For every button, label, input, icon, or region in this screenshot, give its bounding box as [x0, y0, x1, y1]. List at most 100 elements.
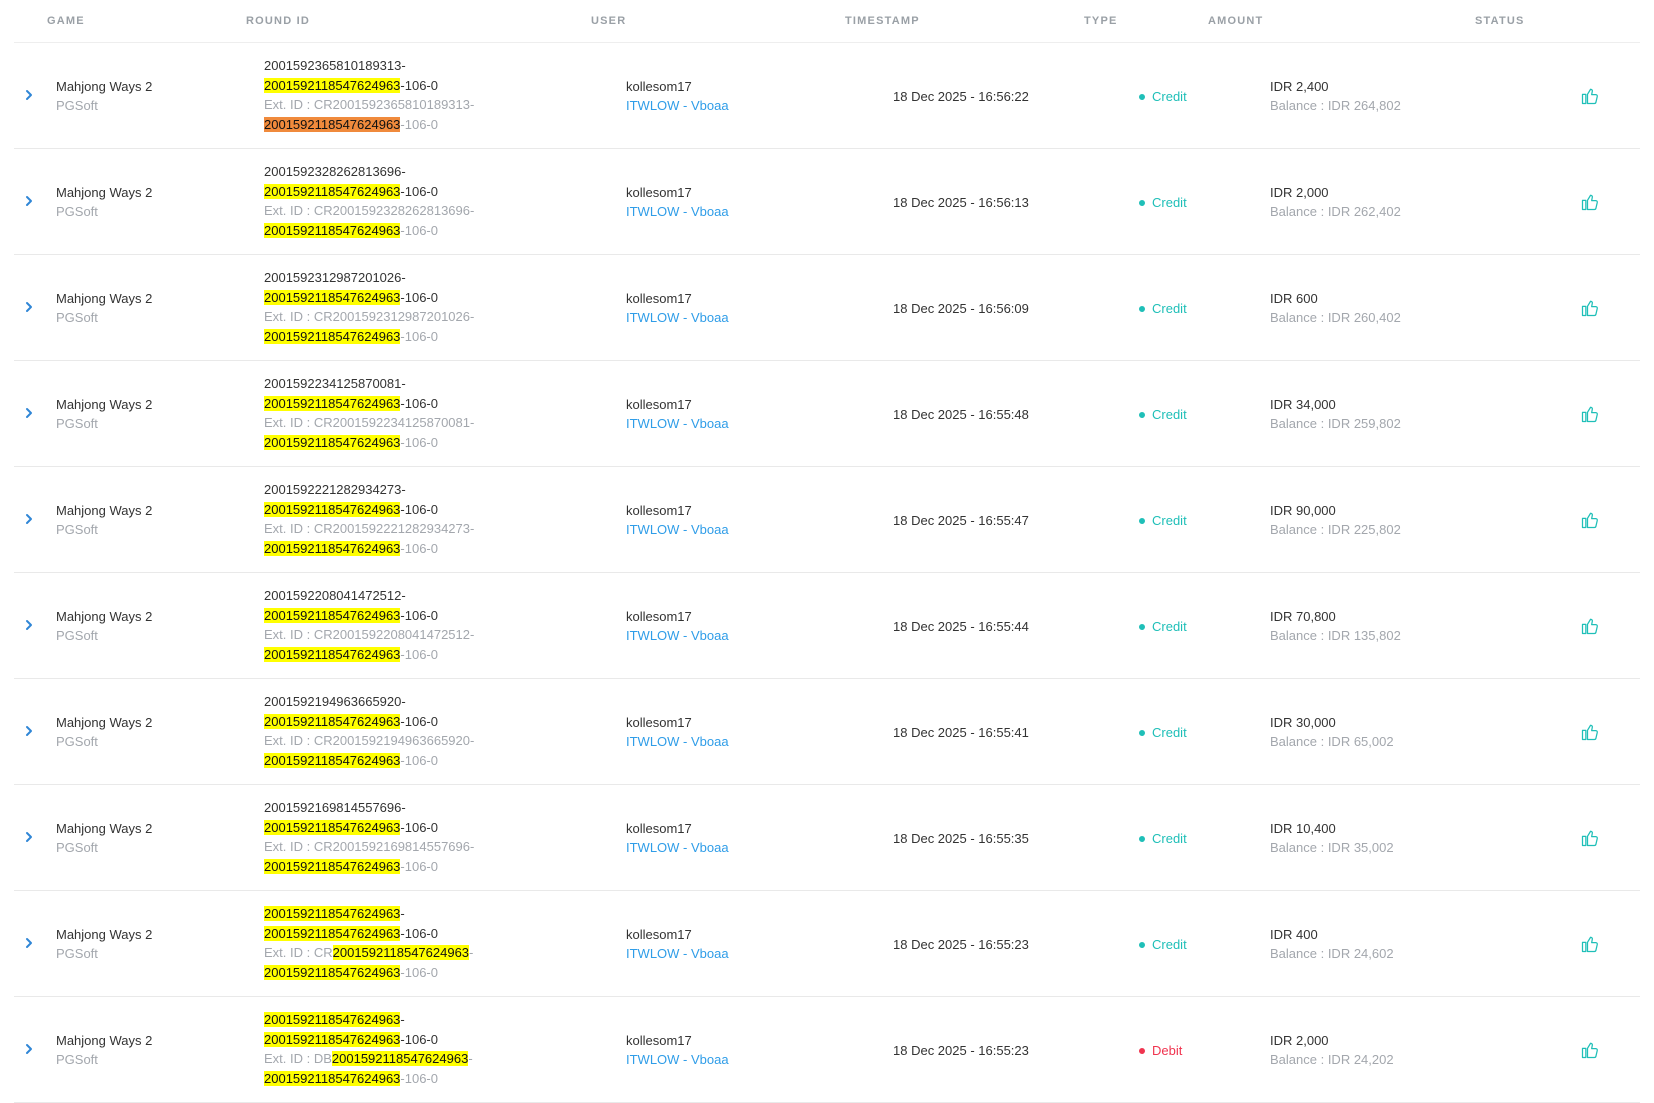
amount-value: IDR 2,400	[1270, 79, 1329, 94]
agent-link[interactable]: ITWLOW - Vboaa	[626, 202, 729, 221]
username: kollesom17	[626, 821, 692, 836]
table-row[interactable]: Mahjong Ways 2 PGSoft 200159219496366592…	[14, 679, 1640, 785]
round-id-line: 2001592208041472512-	[264, 586, 474, 606]
round-id-segment: Ext. ID : CR2001592169814557696-	[264, 839, 475, 854]
round-id-line: 2001592118547624963-106-0	[264, 1069, 473, 1089]
game-name: Mahjong Ways 2	[56, 609, 153, 624]
chevron-right-icon[interactable]	[22, 1042, 36, 1056]
user-cell: kollesom17 ITWLOW - Vboaa	[626, 395, 729, 433]
chevron-right-icon[interactable]	[22, 830, 36, 844]
amount-cell: IDR 10,400 Balance : IDR 35,002	[1270, 819, 1394, 857]
type-label: Credit	[1152, 195, 1187, 210]
round-id-cell: 2001592169814557696- 2001592118547624963 -…	[264, 798, 474, 876]
table-row[interactable]: Mahjong Ways 2 PGSoft 200159211854762496…	[14, 891, 1640, 997]
table-row[interactable]: Mahjong Ways 2 PGSoft 200159211854762496…	[14, 997, 1640, 1103]
round-id-line: 2001592118547624963-106-0	[264, 394, 474, 414]
round-id-segment: -106-0	[400, 713, 438, 729]
chevron-right-icon[interactable]	[22, 88, 36, 102]
round-id-segment: 2001592118547624963	[264, 1031, 401, 1047]
user-cell: kollesom17 ITWLOW - Vboaa	[626, 77, 729, 115]
timestamp: 18 Dec 2025 - 16:55:23	[893, 1043, 1029, 1058]
header-amount[interactable]: AMOUNT	[1208, 15, 1263, 27]
amount-cell: IDR 30,000 Balance : IDR 65,002	[1270, 713, 1394, 751]
round-id-segment: 2001592118547624963	[264, 501, 401, 517]
thumbs-up-icon	[1580, 86, 1600, 106]
type-label: Debit	[1152, 1043, 1183, 1058]
round-id-line: 2001592118547624963-106-0	[264, 327, 474, 347]
round-id-segment: -	[469, 945, 474, 960]
chevron-right-icon[interactable]	[22, 406, 36, 420]
round-id-cell: 2001592118547624963- 2001592118547624963-…	[264, 1010, 473, 1088]
round-id-segment: Ext. ID : CR	[264, 945, 333, 960]
thumbs-up-icon	[1580, 510, 1600, 530]
header-user[interactable]: USER	[591, 15, 626, 27]
table-row[interactable]: Mahjong Ways 2 PGSoft 200159216981455769…	[14, 785, 1640, 891]
round-id-cell: 2001592312987201026- 2001592118547624963-…	[264, 268, 474, 346]
username: kollesom17	[626, 291, 692, 306]
round-id-segment: 2001592328262813696-	[264, 164, 406, 179]
round-id-cell: 2001592194963665920- 2001592118547624963-…	[264, 692, 474, 770]
agent-link[interactable]: ITWLOW - Vboaa	[626, 1050, 729, 1069]
username: kollesom17	[626, 79, 692, 94]
user-cell: kollesom17 ITWLOW - Vboaa	[626, 713, 729, 751]
table-row[interactable]: Mahjong Ways 2 PGSoft 200159232826281369…	[14, 149, 1640, 255]
status-dot-icon	[1139, 199, 1145, 206]
type-label: Credit	[1152, 407, 1187, 422]
table-row[interactable]: Mahjong Ways 2 PGSoft 200159220804147251…	[14, 573, 1640, 679]
game-cell: Mahjong Ways 2 PGSoft	[56, 289, 152, 327]
agent-link[interactable]: ITWLOW - Vboaa	[626, 944, 729, 963]
type-label: Credit	[1152, 831, 1187, 846]
header-type[interactable]: TYPE	[1084, 15, 1118, 27]
round-id-line: 2001592118547624963-106-0	[264, 1030, 473, 1050]
table-row[interactable]: Mahjong Ways 2 PGSoft 200159222128293427…	[14, 467, 1640, 573]
agent-link[interactable]: ITWLOW - Vboaa	[626, 838, 729, 857]
header-round-id[interactable]: ROUND ID	[246, 15, 310, 27]
user-cell: kollesom17 ITWLOW - Vboaa	[626, 925, 729, 963]
agent-link[interactable]: ITWLOW - Vboaa	[626, 414, 729, 433]
agent-link[interactable]: ITWLOW - Vboaa	[626, 96, 729, 115]
chevron-right-icon[interactable]	[22, 300, 36, 314]
type-label: Credit	[1152, 725, 1187, 740]
thumbs-up-icon	[1580, 722, 1600, 742]
table-row[interactable]: Mahjong Ways 2 PGSoft 200159223412587008…	[14, 361, 1640, 467]
game-name: Mahjong Ways 2	[56, 1033, 153, 1048]
chevron-right-icon[interactable]	[22, 194, 36, 208]
round-id-segment: -106-0	[400, 607, 438, 623]
round-id-segment: Ext. ID : CR2001592208041472512-	[264, 627, 475, 642]
round-id-segment: 2001592118547624963	[264, 646, 401, 662]
header-game[interactable]: GAME	[47, 15, 85, 27]
round-id-line: Ext. ID : CR2001592328262813696-	[264, 201, 474, 221]
chevron-right-icon[interactable]	[22, 936, 36, 950]
table-row[interactable]: Mahjong Ways 2 PGSoft 200159236581018931…	[14, 43, 1640, 149]
round-id-line: 2001592118547624963-106-0	[264, 751, 474, 771]
thumbs-up-icon	[1580, 192, 1600, 212]
chevron-right-icon[interactable]	[22, 512, 36, 526]
status-dot-icon	[1139, 941, 1145, 948]
agent-link[interactable]: ITWLOW - Vboaa	[626, 308, 729, 327]
round-id-segment: 2001592118547624963	[264, 858, 401, 874]
round-id-cell: 2001592234125870081- 2001592118547624963-…	[264, 374, 474, 452]
round-id-line: 2001592169814557696-	[264, 798, 474, 818]
balance-value: Balance : IDR 262,402	[1270, 204, 1401, 219]
round-id-segment: -106-0	[400, 540, 438, 556]
header-status[interactable]: STATUS	[1475, 15, 1525, 27]
agent-link[interactable]: ITWLOW - Vboaa	[626, 732, 729, 751]
game-provider: PGSoft	[56, 734, 98, 749]
round-id-segment: 2001592118547624963	[264, 116, 401, 132]
header-timestamp[interactable]: TIMESTAMP	[845, 15, 920, 27]
game-name: Mahjong Ways 2	[56, 503, 153, 518]
username: kollesom17	[626, 927, 692, 942]
status-dot-icon	[1139, 411, 1145, 418]
round-id-segment: -106-0	[400, 819, 438, 835]
game-provider: PGSoft	[56, 310, 98, 325]
round-id-segment: 2001592208041472512-	[264, 588, 406, 603]
chevron-right-icon[interactable]	[22, 618, 36, 632]
chevron-right-icon[interactable]	[22, 724, 36, 738]
table-row[interactable]: Mahjong Ways 2 PGSoft 200159231298720102…	[14, 255, 1640, 361]
type-badge: Credit	[1139, 407, 1187, 422]
timestamp: 18 Dec 2025 - 16:55:41	[893, 725, 1029, 740]
round-id-segment: 2001592118547624963	[264, 328, 401, 344]
round-id-segment: 2001592118547624963	[264, 540, 401, 556]
agent-link[interactable]: ITWLOW - Vboaa	[626, 520, 729, 539]
agent-link[interactable]: ITWLOW - Vboaa	[626, 626, 729, 645]
